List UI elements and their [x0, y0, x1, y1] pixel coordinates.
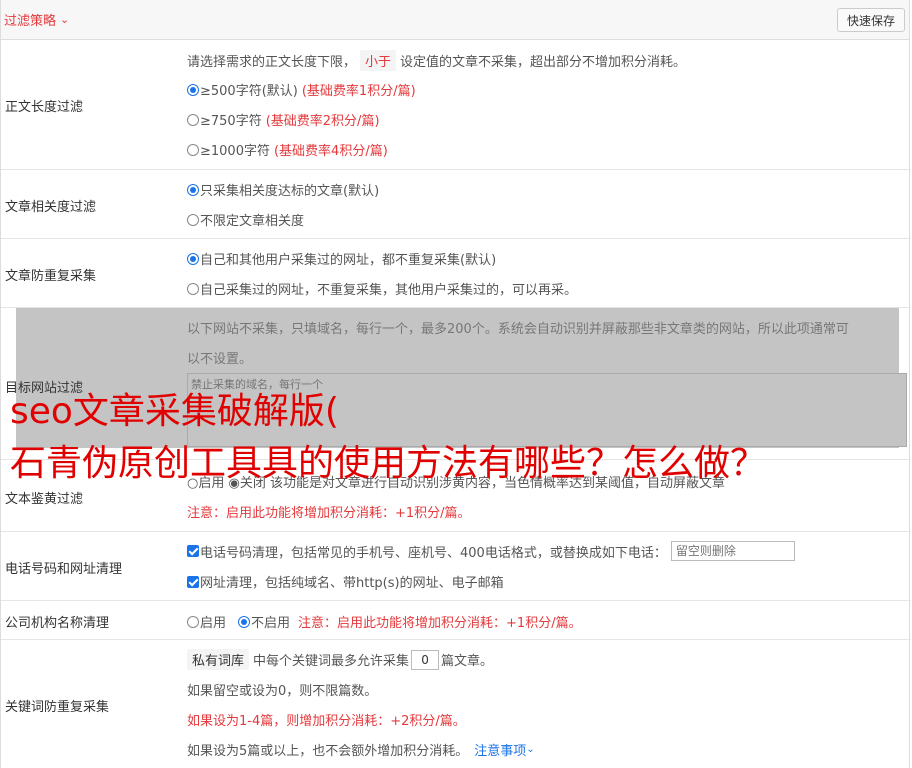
row-phone-clean: 电话号码和网址清理 电话号码清理，包括常见的手机号、座机号、400电话格式，或替…	[1, 532, 911, 601]
radio-unchecked[interactable]	[187, 615, 199, 628]
url-clean-option[interactable]: 网址清理，包括纯域名、带http(s)的网址、电子邮箱	[187, 572, 504, 591]
keyword-text: 篇文章。	[441, 654, 494, 669]
row-keyword: 关键词防重复采集 私有词库 中每个关键词最多允许采集 篇文章。 如果留空或设为0…	[1, 640, 911, 768]
panel-header: 过滤策略 ⌄ 快速保存	[1, 0, 909, 40]
radio-checked[interactable]	[187, 83, 199, 96]
row-label: 电话号码和网址清理	[5, 562, 123, 577]
porn-filter-note: 注意：启用此功能将增加积分消耗：+1积分/篇。	[187, 506, 471, 521]
replacement-phone-input[interactable]	[670, 541, 795, 561]
keyword-info-1: 如果留空或设为0，则不限篇数。	[187, 684, 378, 699]
private-lexicon-tag[interactable]: 私有词库	[187, 649, 250, 670]
less-than-tag: 小于	[360, 50, 397, 71]
radio-unchecked[interactable]	[187, 143, 199, 156]
option-label: 不限定文章相关度	[200, 214, 305, 229]
option-note: (基础费率1积分/篇)	[301, 84, 416, 99]
site-description: 以下网站不采集，只填域名，每行一个，最多200个。系统会自动识别并屏蔽那些非文章…	[187, 322, 849, 337]
option-label: 网址清理，包括纯域名、带http(s)的网址、电子邮箱	[200, 576, 504, 591]
keyword-text: 如果设为5篇或以上，也不会额外增加积分消耗。	[187, 744, 469, 759]
radio-checked[interactable]	[187, 252, 199, 265]
row-label: 文章相关度过滤	[5, 200, 97, 215]
option-enable[interactable]: 启用	[200, 612, 226, 631]
keyword-info-3: 如果设为5篇或以上，也不会额外增加积分消耗。 注意事项 ⌄	[187, 740, 535, 759]
option-note: (基础费率4积分/篇)	[273, 144, 388, 159]
panel-title-text: 过滤策略	[4, 14, 57, 29]
filter-panel: 过滤策略 ⌄ 快速保存 正文长度过滤 请选择需求的正文长度下限， 小于 设定值的…	[0, 0, 911, 768]
chevron-down-icon: ⌄	[60, 13, 70, 26]
row-label: 目标网站过滤	[5, 381, 84, 396]
checkbox-checked[interactable]	[187, 575, 199, 588]
row-porn-filter: 文本鉴黄过滤 ○启用 ◉关闭 该功能是对文章进行自动识别涉黄内容，当色情概率达到…	[1, 460, 911, 532]
radio-unchecked[interactable]	[187, 282, 199, 295]
option-disable[interactable]: 不启用	[251, 612, 290, 631]
quick-save-button[interactable]: 快速保存	[836, 7, 905, 32]
dedup-option-1[interactable]: 自己和其他用户采集过的网址，都不重复采集(默认)	[187, 249, 496, 268]
row-label: 公司机构名称清理	[5, 616, 110, 631]
option-label: 电话号码清理，包括常见的手机号、座机号、400电话格式，或替换成如下电话：	[200, 545, 667, 561]
row-dedup: 文章防重复采集 自己和其他用户采集过的网址，都不重复采集(默认) 自己采集过的网…	[1, 239, 911, 308]
length-description: 请选择需求的正文长度下限， 小于 设定值的文章不采集，超出部分不增加积分消耗。	[187, 50, 686, 71]
row-label: 正文长度过滤	[5, 100, 84, 115]
panel-title[interactable]: 过滤策略 ⌄	[4, 10, 69, 29]
keyword-limit-line: 私有词库 中每个关键词最多允许采集 篇文章。	[187, 649, 493, 670]
option-label: ≥750字符	[200, 114, 262, 129]
row-label: 文本鉴黄过滤	[5, 492, 84, 507]
site-description-2: 以不设置。	[187, 352, 253, 367]
relevance-option-2[interactable]: 不限定文章相关度	[187, 210, 304, 229]
desc-text: 请选择需求的正文长度下限，	[187, 55, 357, 70]
row-label: 关键词防重复采集	[5, 700, 110, 715]
blocked-domains-input[interactable]	[187, 373, 907, 447]
keyword-info-2: 如果设为1-4篇，则增加积分消耗：+2积分/篇。	[187, 714, 466, 729]
length-option-750[interactable]: ≥750字符 (基础费率2积分/篇)	[187, 110, 380, 129]
keyword-text: 中每个关键词最多允许采集	[253, 654, 410, 669]
org-clean-options: 启用 不启用 注意：启用此功能将增加积分消耗：+1积分/篇。	[187, 612, 582, 631]
notes-link[interactable]: 注意事项	[474, 740, 526, 759]
row-org-clean: 公司机构名称清理 启用 不启用 注意：启用此功能将增加积分消耗：+1积分/篇。	[1, 601, 911, 640]
length-option-1000[interactable]: ≥1000字符 (基础费率4积分/篇)	[187, 140, 388, 159]
row-length-filter: 正文长度过滤 请选择需求的正文长度下限， 小于 设定值的文章不采集，超出部分不增…	[1, 40, 911, 170]
dedup-option-2[interactable]: 自己采集过的网址，不重复采集，其他用户采集过的，可以再采。	[187, 279, 577, 298]
row-relevance: 文章相关度过滤 只采集相关度达标的文章(默认) 不限定文章相关度	[1, 170, 911, 239]
option-label: 只采集相关度达标的文章(默认)	[200, 184, 380, 199]
row-site-filter: 目标网站过滤 以下网站不采集，只填域名，每行一个，最多200个。系统会自动识别并…	[1, 308, 911, 460]
checkbox-checked[interactable]	[187, 545, 199, 557]
radio-unchecked[interactable]	[187, 213, 199, 226]
relevance-option-1[interactable]: 只采集相关度达标的文章(默认)	[187, 180, 379, 199]
option-note: (基础费率2积分/篇)	[265, 114, 380, 129]
option-label: ≥1000字符	[200, 144, 270, 159]
option-label: ≥500字符(默认)	[200, 84, 298, 99]
option-label: 自己采集过的网址，不重复采集，其他用户采集过的，可以再采。	[200, 283, 578, 298]
chevron-down-icon: ⌄	[526, 744, 535, 755]
radio-checked[interactable]	[238, 615, 251, 628]
org-clean-note: 注意：启用此功能将增加积分消耗：+1积分/篇。	[298, 616, 582, 631]
radio-unchecked[interactable]	[187, 113, 199, 126]
porn-filter-options[interactable]: ○启用 ◉关闭 该功能是对文章进行自动识别涉黄内容，当色情概率达到某阈值，自动屏…	[187, 472, 725, 491]
row-label: 文章防重复采集	[5, 269, 97, 284]
keyword-limit-input[interactable]	[411, 649, 440, 670]
desc-text: 设定值的文章不采集，超出部分不增加积分消耗。	[400, 55, 687, 70]
option-label: 自己和其他用户采集过的网址，都不重复采集(默认)	[200, 253, 497, 268]
radio-checked[interactable]	[187, 183, 199, 196]
length-option-500[interactable]: ≥500字符(默认) (基础费率1积分/篇)	[187, 80, 416, 99]
phone-clean-option[interactable]: 电话号码清理，包括常见的手机号、座机号、400电话格式，或替换成如下电话：	[187, 541, 795, 561]
